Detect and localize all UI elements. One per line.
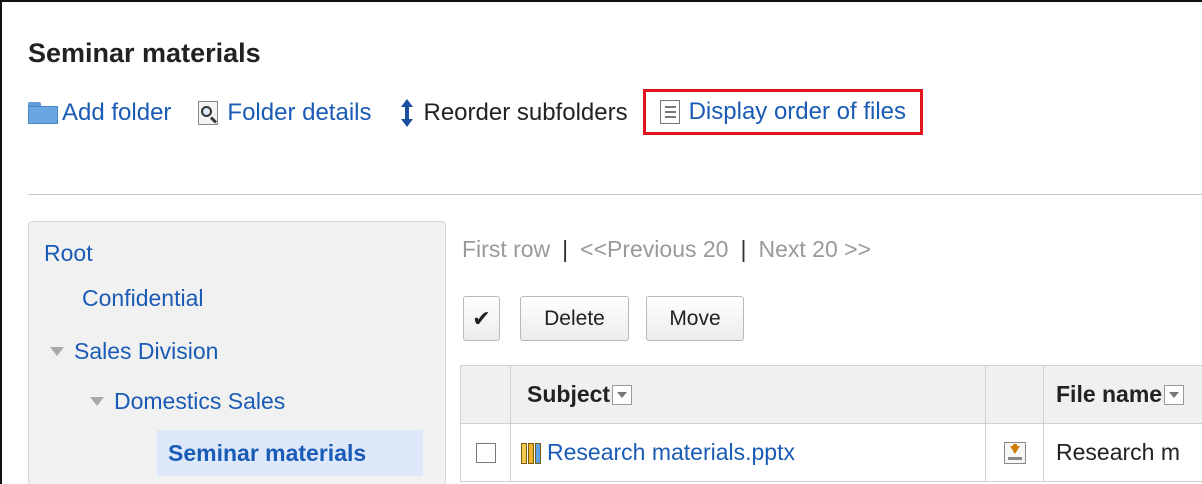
header-check-cell: [460, 365, 511, 424]
first-row-link[interactable]: First row: [462, 236, 550, 262]
previous-page-link[interactable]: <<Previous 20: [580, 236, 728, 262]
tree-item-sales-division[interactable]: Sales Division: [50, 338, 218, 365]
header-download-cell: [985, 365, 1044, 424]
display-order-of-files-label: Display order of files: [688, 98, 907, 125]
next-page-link[interactable]: Next 20 >>: [758, 236, 871, 262]
tree-item-label: Root: [44, 240, 93, 266]
pager-separator: |: [562, 236, 569, 262]
pagination: First row | <<Previous 20 | Next 20 >>: [462, 236, 871, 263]
folder-icon: [28, 102, 58, 124]
sort-dropdown-icon[interactable]: [612, 384, 633, 405]
folder-details-link[interactable]: Folder details: [197, 99, 371, 127]
move-button[interactable]: Move: [646, 296, 744, 341]
binder-file-icon: [521, 442, 543, 464]
row-checkbox[interactable]: [475, 442, 496, 463]
file-name-header-label: File name: [1056, 381, 1163, 407]
document-icon: [659, 100, 680, 124]
reorder-subfolders-label: Reorder subfolders: [423, 99, 628, 126]
table-row: Research materials.pptx Research m: [460, 423, 1202, 482]
file-subject-link[interactable]: Research materials.pptx: [547, 439, 795, 466]
row-check-cell: [460, 423, 511, 482]
reorder-subfolders-link[interactable]: Reorder subfolders: [397, 98, 628, 128]
header-subject[interactable]: Subject: [510, 365, 986, 424]
delete-button[interactable]: Delete: [520, 296, 629, 341]
sort-dropdown-icon[interactable]: [1164, 384, 1185, 405]
display-order-of-files-link[interactable]: Display order of files: [642, 89, 924, 135]
subject-cell: Research materials.pptx: [510, 423, 986, 482]
page-title: Seminar materials: [28, 38, 261, 68]
subject-header-label: Subject: [527, 381, 611, 407]
header-file-name[interactable]: File name: [1043, 365, 1202, 424]
table-header-row: Subject File name: [460, 365, 1202, 424]
select-all-button[interactable]: ✔: [463, 296, 500, 341]
collapse-triangle-icon[interactable]: [50, 347, 64, 356]
up-down-arrows-icon: [397, 98, 417, 128]
tree-item-root[interactable]: Root: [44, 240, 93, 267]
tree-item-label: Confidential: [82, 285, 204, 311]
pager-separator: |: [740, 236, 747, 262]
file-table: Subject File name Research materials.ppt…: [460, 365, 1202, 482]
folder-toolbar: Add folder Folder details Reorder subfol…: [28, 89, 924, 135]
divider: [28, 194, 1202, 195]
tree-item-seminar-materials[interactable]: Seminar materials: [157, 430, 423, 476]
add-folder-link[interactable]: Add folder: [28, 99, 171, 127]
tree-item-domestics-sales[interactable]: Domestics Sales: [90, 388, 285, 415]
download-cell: [985, 423, 1044, 482]
download-icon[interactable]: [1003, 441, 1026, 464]
tree-item-label: Sales Division: [74, 338, 219, 364]
collapse-triangle-icon[interactable]: [90, 397, 104, 406]
folder-details-label: Folder details: [227, 99, 372, 126]
tree-item-confidential[interactable]: Confidential: [82, 285, 203, 312]
add-folder-label: Add folder: [62, 99, 172, 126]
file-name-cell: Research m: [1043, 423, 1202, 482]
magnifier-icon: [197, 100, 221, 126]
tree-item-label: Domestics Sales: [114, 388, 286, 414]
folder-tree: Root Confidential Sales Division Domesti…: [28, 221, 446, 484]
action-buttons: ✔ Delete Move: [463, 296, 744, 341]
